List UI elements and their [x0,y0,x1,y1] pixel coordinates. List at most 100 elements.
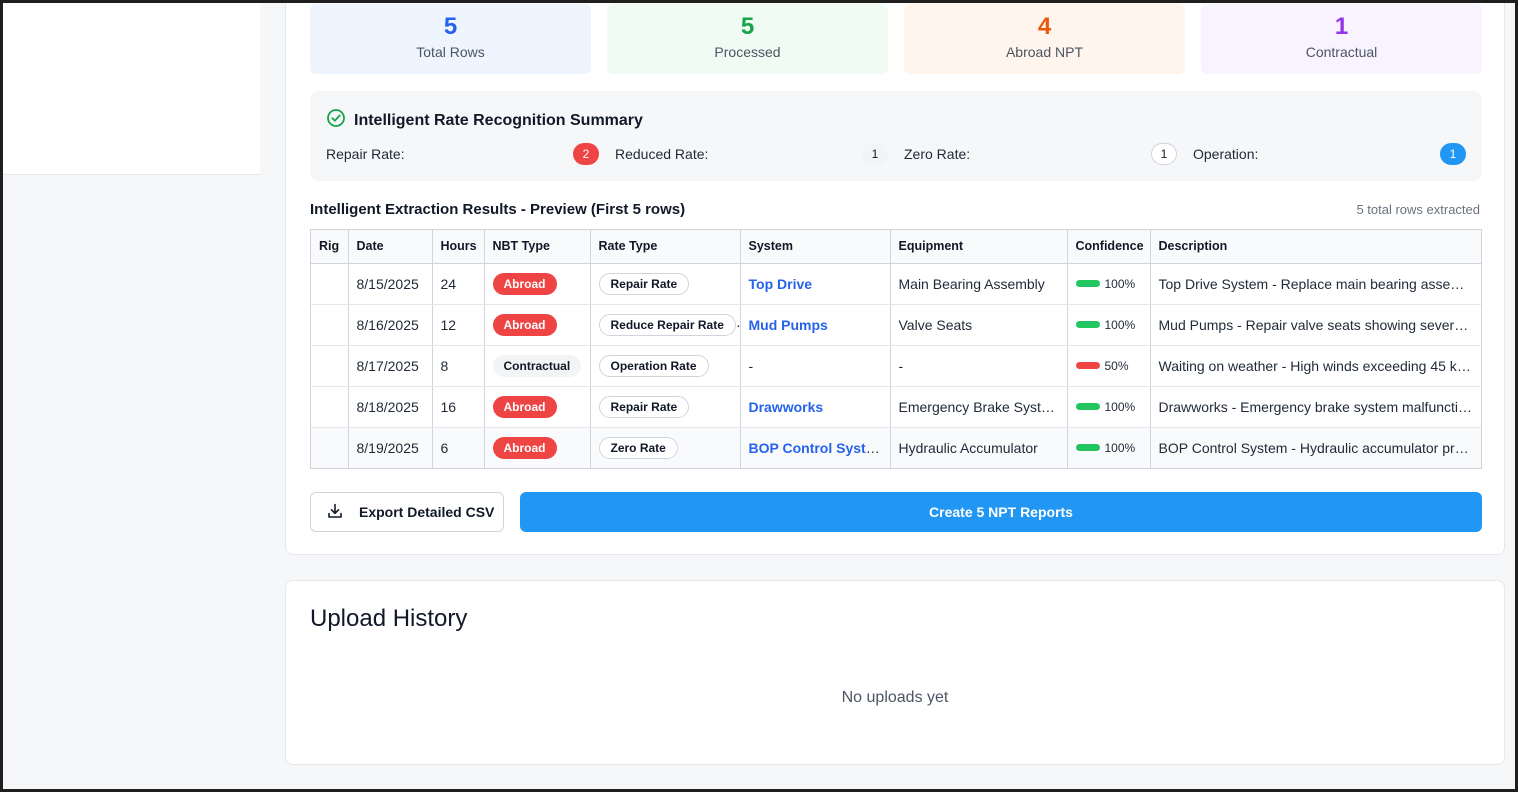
rate-label: Operation: [1193,146,1259,162]
table-body: 8/15/2025 24 Abroad Repair Rate Top Drive Mai… [311,263,1481,468]
rate-type-badge: Operation Rate [598,354,709,377]
upload-history-title: Upload History [310,605,468,632]
column-header-nbt-type[interactable]: NBT Type [484,230,591,264]
system-link[interactable]: Drawworks [749,399,824,415]
system-link[interactable]: Top Drive [749,276,813,292]
column-header-date[interactable]: Date [348,230,433,264]
confidence-bar [1075,280,1100,287]
cell-date: 8/17/2025 [348,345,433,387]
summary-reduced-rate: Reduced Rate: 1 [615,143,888,165]
check-circle-icon [326,108,346,133]
stat-contractual: 1 Contractual [1201,4,1482,74]
column-header-confidence[interactable]: Confidence [1067,230,1151,264]
confidence-bar [1075,321,1100,328]
sidebar-panel [3,3,260,175]
confidence-bar [1075,362,1100,369]
stat-label: Contractual [1305,44,1378,60]
stat-value: 1 [1334,13,1349,40]
nbt-type-badge: Abroad [492,436,557,459]
stat-processed: 5 Processed [607,4,888,74]
table-row[interactable]: 8/18/2025 16 Abroad Repair Rate Drawworks Eme… [311,386,1481,428]
cell-system: Top Drive [740,263,891,305]
rate-count-badge: 1 [1440,143,1466,165]
cell-equipment: Hydraulic Accumulator [890,427,1068,468]
column-header-system[interactable]: System [740,230,891,264]
summary-operation: Operation: 1 [1193,143,1466,165]
column-header-equipment[interactable]: Equipment [890,230,1068,264]
column-header-rig[interactable]: Rig [311,230,349,264]
cell-nbt-type: Abroad [484,386,591,428]
cell-rate-type: Repair Rate [590,263,741,305]
cell-rate-type: Reduce Repair Rate [590,304,741,346]
confidence-value: 100% [1104,276,1136,291]
summary-repair-rate: Repair Rate: 2 [326,143,599,165]
cell-rig [311,386,349,428]
rate-count-badge: 1 [862,143,888,165]
system-link[interactable]: Mud Pumps [749,317,828,333]
cell-rig [311,304,349,346]
cell-description: Mud Pumps - Repair valve seats showing s… [1150,304,1481,346]
stat-label: Total Rows [416,44,485,60]
cell-confidence: 100% [1067,304,1151,346]
column-header-hours[interactable]: Hours [432,230,485,264]
extraction-results-table: Rig Date Hours NBT Type Rate Type System… [310,229,1482,469]
export-csv-button[interactable]: Export Detailed CSV [310,492,504,532]
cell-system: Mud Pumps [740,304,891,346]
cell-system: BOP Control System [740,427,891,468]
stat-value: 5 [443,13,458,40]
system-value: - [748,357,754,374]
rate-type-badge: Zero Rate [598,436,678,459]
table-row[interactable]: 8/16/2025 12 Abroad Reduce Repair Rate Mud P… [311,304,1481,346]
cell-hours: 16 [432,386,485,428]
rate-type-badge: Reduce Repair Rate [598,313,736,336]
confidence-bar [1075,444,1100,452]
cell-confidence: 50% [1067,345,1151,387]
cell-system: - [740,345,891,387]
rate-recognition-summary: Intelligent Rate Recognition Summary Rep… [310,91,1482,181]
cell-rate-type: Zero Rate [590,427,741,468]
create-button-label: Create 5 NPT Reports [929,504,1073,520]
cell-hours: 8 [432,345,485,387]
upload-results-card: 5 Total Rows 5 Processed 4 Abroad NPT 1 … [285,3,1505,555]
cell-system: Drawworks [740,386,891,428]
stat-value: 4 [1037,13,1052,40]
cell-description: Waiting on weather - High winds exceedin… [1150,345,1481,387]
cell-equipment: Main Bearing Assembly [890,263,1068,305]
table-row[interactable]: 8/15/2025 24 Abroad Repair Rate Top Drive Mai… [311,263,1481,305]
upload-history-card: Upload History No uploads yet [285,580,1505,765]
nbt-type-badge: Contractual [492,354,582,377]
create-npt-reports-button[interactable]: Create 5 NPT Reports [520,492,1482,532]
table-row[interactable]: 8/17/2025 8 Contractual Operation Rate - - 50%… [311,345,1481,387]
summary-header: Intelligent Rate Recognition Summary [326,108,643,133]
cell-confidence: 100% [1067,427,1151,468]
confidence-value: 50% [1104,358,1129,373]
table-row[interactable]: 8/19/2025 6 Abroad Zero Rate BOP Control Sys… [311,427,1481,468]
cell-equipment: Valve Seats [890,304,1068,346]
nbt-type-badge: Abroad [492,395,557,418]
system-link[interactable]: BOP Control System [749,440,886,456]
confidence-value: 100% [1104,399,1136,414]
rows-extracted-count: 5 total rows extracted [1356,202,1480,217]
stat-abroad-npt: 4 Abroad NPT [904,4,1185,74]
cell-equipment: Emergency Brake System [890,386,1068,428]
column-header-rate-type[interactable]: Rate Type [590,230,741,264]
rate-type-badge: Repair Rate [598,272,690,295]
table-header-row: Rig Date Hours NBT Type Rate Type System… [311,230,1481,264]
summary-zero-rate: Zero Rate: 1 [904,143,1177,165]
rate-label: Reduced Rate: [615,146,709,162]
cell-rate-type: Operation Rate [590,345,741,387]
cell-rig [311,263,349,305]
cell-rig [311,427,349,468]
cell-description: Top Drive System - Replace main bearing … [1150,263,1481,305]
confidence-bar [1075,403,1100,410]
cell-nbt-type: Abroad [484,263,591,305]
column-header-description[interactable]: Description [1150,230,1481,264]
export-button-label: Export Detailed CSV [359,504,495,520]
rate-count-badge: 1 [1151,143,1177,165]
cell-hours: 24 [432,263,485,305]
cell-date: 8/15/2025 [348,263,433,305]
cell-hours: 12 [432,304,485,346]
stat-label: Processed [714,44,781,60]
app-viewport: 5 Total Rows 5 Processed 4 Abroad NPT 1 … [3,3,1515,789]
cell-nbt-type: Contractual [484,345,591,387]
